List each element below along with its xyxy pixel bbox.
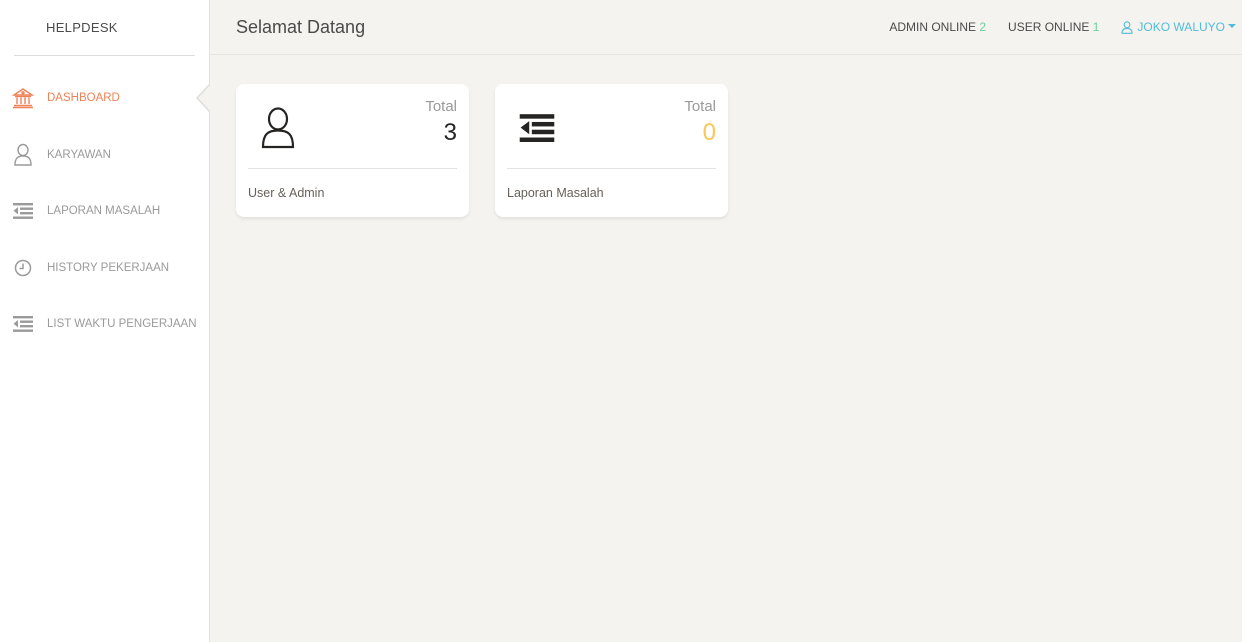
sidebar: HELPDESK DASHBOARD KARYAWAN LAPORAN MASA… [0, 0, 211, 642]
sidebar-item-label: LAPORAN MASALAH [47, 205, 161, 218]
card-total-label: Total [684, 98, 716, 115]
sidebar-item-label: LIST WAKTU PENGERJAAN [47, 318, 197, 331]
sidebar-item-laporan-masalah[interactable]: LAPORAN MASALAH [0, 183, 209, 240]
caret-down-icon [1228, 24, 1236, 28]
sidebar-nav: DASHBOARD KARYAWAN LAPORAN MASALAH HISTO… [0, 70, 211, 353]
card-total-label: Total [425, 98, 457, 115]
user-menu-dropdown[interactable]: JOKO WALUYO [1121, 20, 1236, 34]
topbar-status: ADMIN ONLINE 2 USER ONLINE 1 JOKO WALUYO [867, 20, 1236, 34]
user-icon [1121, 20, 1133, 34]
page-title: Selamat Datang [236, 16, 366, 37]
stat-card-laporan-masalah: Total 0 Laporan Masalah [495, 84, 728, 217]
user-icon [248, 98, 308, 158]
admin-online-count: 2 [979, 20, 987, 34]
user-online-stat: USER ONLINE 1 [1008, 20, 1099, 34]
sidebar-item-label: DASHBOARD [47, 92, 120, 105]
user-online-count: 1 [1092, 20, 1100, 34]
sidebar-item-list-waktu-pengerjaan[interactable]: LIST WAKTU PENGERJAAN [0, 296, 209, 353]
card-value: 0 [702, 119, 716, 146]
sidebar-item-label: HISTORY PEKERJAAN [47, 261, 170, 274]
user-name: JOKO WALUYO [1137, 20, 1225, 34]
card-footer: User & Admin [248, 186, 325, 200]
card-value: 3 [443, 119, 457, 146]
sidebar-item-label: KARYAWAN [47, 148, 111, 161]
sidebar-item-dashboard[interactable]: DASHBOARD [0, 70, 211, 127]
user-icon [10, 142, 36, 168]
admin-online-label: ADMIN ONLINE [889, 20, 976, 34]
card-footer: Laporan Masalah [507, 186, 604, 200]
sidebar-item-karyawan[interactable]: KARYAWAN [0, 127, 209, 184]
admin-online-stat: ADMIN ONLINE 2 [889, 20, 986, 34]
sidebar-item-history-pekerjaan[interactable]: HISTORY PEKERJAAN [0, 240, 209, 297]
clock-icon [10, 255, 36, 281]
brand-logo[interactable]: HELPDESK [14, 0, 195, 56]
user-online-label: USER ONLINE [1008, 20, 1090, 34]
list-indent-icon [10, 311, 36, 337]
dashboard-cards: Total 3 User & Admin Total 0 Laporan Mas… [236, 84, 728, 217]
list-indent-icon [10, 198, 36, 224]
bank-icon [10, 85, 36, 111]
list-indent-icon [507, 98, 567, 158]
top-navbar: Selamat Datang ADMIN ONLINE 2 USER ONLIN… [210, 0, 1242, 55]
stat-card-user-admin: Total 3 User & Admin [236, 84, 469, 217]
